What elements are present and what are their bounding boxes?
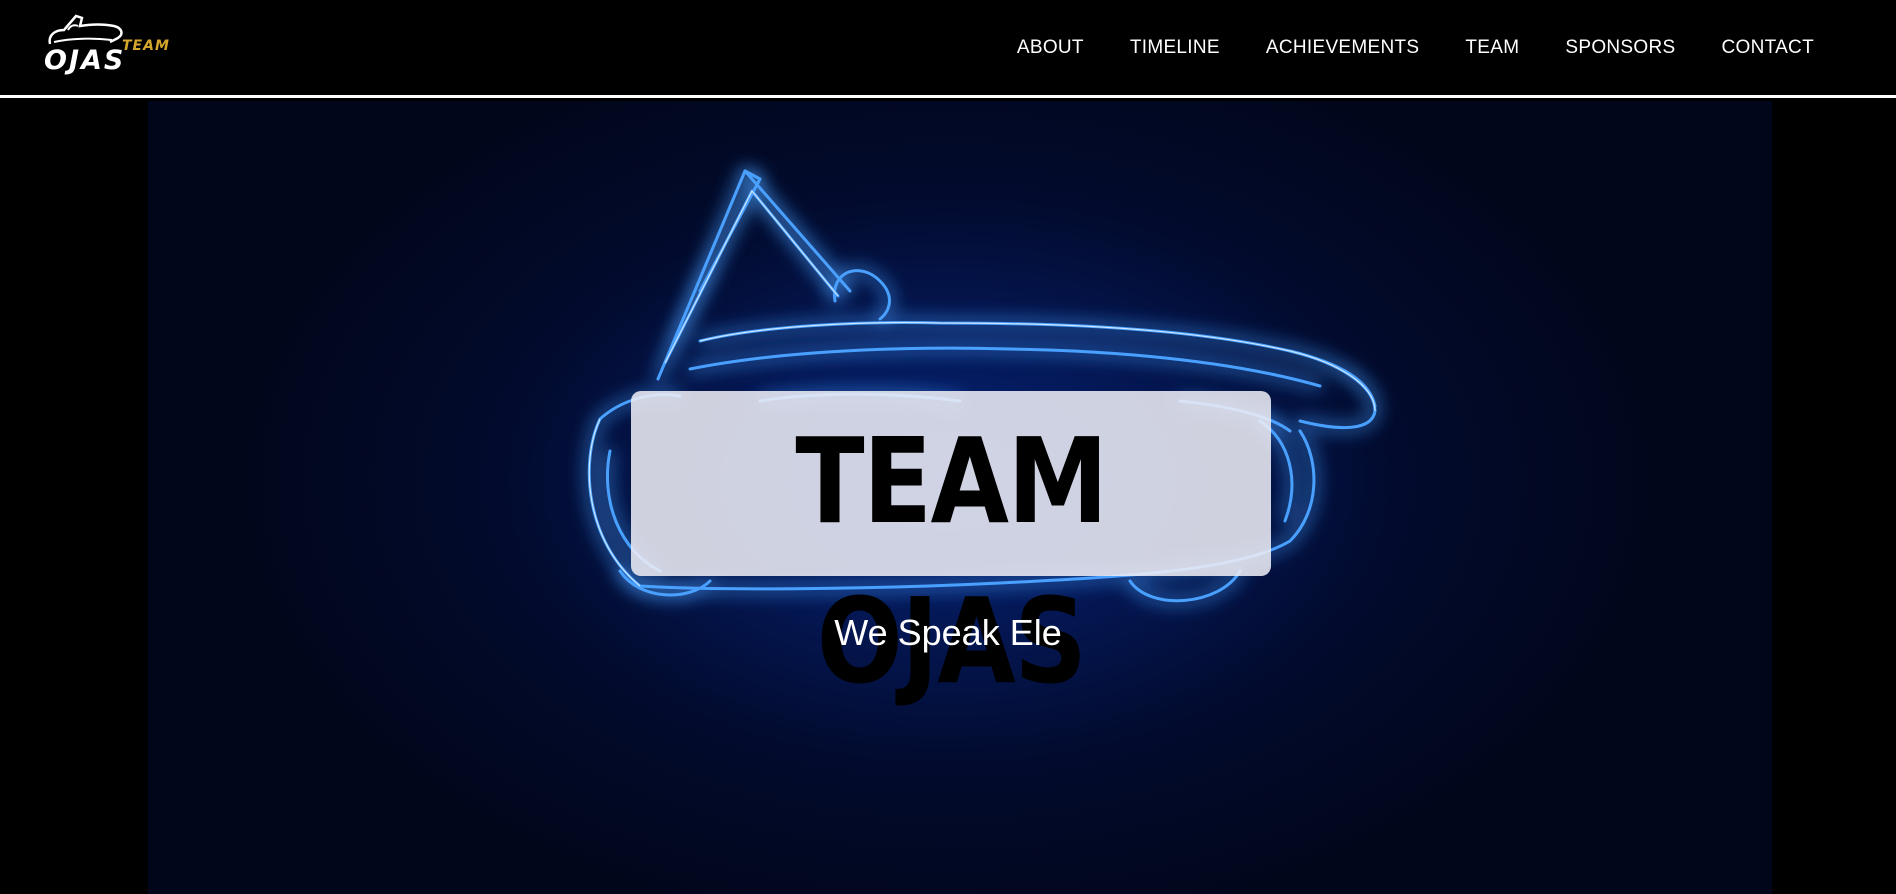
top-navbar: TEAM OJAS ABOUT TIMELINE ACHIEVEMENTS TE… — [0, 0, 1896, 98]
main-nav: ABOUT TIMELINE ACHIEVEMENTS TEAM SPONSOR… — [971, 36, 1814, 60]
nav-link-about[interactable]: ABOUT — [1017, 36, 1084, 60]
hero-tagline: We Speak Ele — [834, 612, 1062, 653]
nav-link-team[interactable]: TEAM — [1465, 36, 1519, 60]
hero-title-box: TEAM OJAS — [631, 391, 1271, 710]
nav-link-sponsors[interactable]: SPONSORS — [1565, 36, 1675, 60]
hero-section: TEAM OJAS We Speak Ele — [0, 101, 1896, 894]
nav-link-timeline[interactable]: TIMELINE — [1130, 36, 1220, 60]
nav-link-achievements[interactable]: ACHIEVEMENTS — [1266, 36, 1420, 60]
team-ojas-logo[interactable]: TEAM OJAS — [42, 12, 178, 76]
hero-title: TEAM OJAS — [795, 412, 1108, 710]
logo-team-text: TEAM — [122, 38, 170, 54]
nav-link-contact[interactable]: CONTACT — [1721, 36, 1814, 60]
logo-ojas-text: OJAS — [44, 45, 126, 76]
